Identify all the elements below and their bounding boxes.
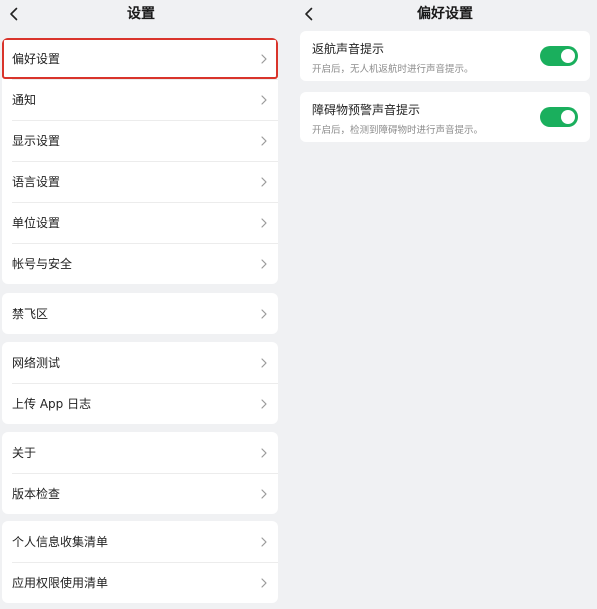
chevron-right-icon — [261, 94, 267, 105]
settings-item-label: 偏好设置 — [12, 52, 61, 66]
settings-item-preferences[interactable]: 偏好设置 — [2, 38, 278, 79]
settings-item-label: 通知 — [12, 93, 37, 107]
settings-item-label: 上传 App 日志 — [12, 397, 92, 411]
toggle-knob — [561, 49, 575, 63]
settings-group-network: 网络测试 上传 App 日志 — [2, 342, 278, 424]
obstacle-sound-toggle[interactable] — [540, 107, 578, 127]
settings-item-label: 关于 — [12, 446, 37, 460]
return-sound-desc: 开启后，无人机返航时进行声音提示。 — [312, 64, 474, 75]
chevron-right-icon — [261, 135, 267, 146]
preferences-topbar: 偏好设置 — [293, 0, 597, 28]
settings-item-about[interactable]: 关于 — [2, 432, 278, 473]
settings-group-nofly: 禁飞区 — [2, 293, 278, 334]
settings-item-label: 单位设置 — [12, 216, 61, 230]
settings-item-label: 版本检查 — [12, 487, 61, 501]
settings-item-notifications[interactable]: 通知 — [2, 79, 278, 120]
settings-item-account-security[interactable]: 帐号与安全 — [2, 243, 278, 284]
page-title: 偏好设置 — [417, 6, 473, 22]
chevron-right-icon — [261, 176, 267, 187]
toggle-knob — [561, 110, 575, 124]
obstacle-sound-title: 障碍物预警声音提示 — [312, 103, 421, 117]
settings-group-privacy: 个人信息收集清单 应用权限使用清单 — [2, 521, 278, 603]
chevron-right-icon — [261, 258, 267, 269]
settings-item-personal-info-list[interactable]: 个人信息收集清单 — [2, 521, 278, 562]
chevron-right-icon — [261, 53, 267, 64]
settings-item-label: 个人信息收集清单 — [12, 535, 109, 549]
return-sound-toggle[interactable] — [540, 46, 578, 66]
preferences-pane: 偏好设置 返航声音提示 开启后，无人机返航时进行声音提示。 障碍物预警声音提示 … — [293, 0, 597, 609]
settings-item-label: 帐号与安全 — [12, 257, 73, 271]
settings-item-units[interactable]: 单位设置 — [2, 202, 278, 243]
settings-item-version-check[interactable]: 版本检查 — [2, 473, 278, 514]
settings-item-display[interactable]: 显示设置 — [2, 120, 278, 161]
settings-item-label: 语言设置 — [12, 175, 61, 189]
chevron-right-icon — [261, 577, 267, 588]
settings-item-permissions-list[interactable]: 应用权限使用清单 — [2, 562, 278, 603]
settings-item-upload-logs[interactable]: 上传 App 日志 — [2, 383, 278, 424]
settings-item-label: 应用权限使用清单 — [12, 576, 109, 590]
settings-item-no-fly-zone[interactable]: 禁飞区 — [2, 293, 278, 334]
return-sound-card: 返航声音提示 开启后，无人机返航时进行声音提示。 — [300, 31, 590, 81]
obstacle-sound-card: 障碍物预警声音提示 开启后，检测到障碍物时进行声音提示。 — [300, 92, 590, 142]
settings-item-label: 显示设置 — [12, 134, 61, 148]
settings-item-label: 网络测试 — [12, 356, 61, 370]
settings-pane: 设置 偏好设置 通知 显示设置 语言设置 单位设置 帐号与安全 禁飞区 网络测试… — [0, 0, 282, 609]
chevron-right-icon — [261, 536, 267, 547]
settings-item-network-test[interactable]: 网络测试 — [2, 342, 278, 383]
chevron-right-icon — [261, 447, 267, 458]
settings-group-general: 偏好设置 通知 显示设置 语言设置 单位设置 帐号与安全 — [2, 38, 278, 284]
settings-item-language[interactable]: 语言设置 — [2, 161, 278, 202]
settings-item-label: 禁飞区 — [12, 307, 49, 321]
obstacle-sound-desc: 开启后，检测到障碍物时进行声音提示。 — [312, 125, 484, 136]
settings-group-about: 关于 版本检查 — [2, 432, 278, 514]
chevron-right-icon — [261, 488, 267, 499]
chevron-right-icon — [261, 217, 267, 228]
page-title: 设置 — [127, 6, 155, 22]
chevron-right-icon — [261, 398, 267, 409]
chevron-right-icon — [261, 357, 267, 368]
chevron-right-icon — [261, 308, 267, 319]
screen: 设置 偏好设置 通知 显示设置 语言设置 单位设置 帐号与安全 禁飞区 网络测试… — [0, 0, 597, 609]
settings-topbar: 设置 — [0, 0, 282, 28]
return-sound-title: 返航声音提示 — [312, 42, 385, 56]
